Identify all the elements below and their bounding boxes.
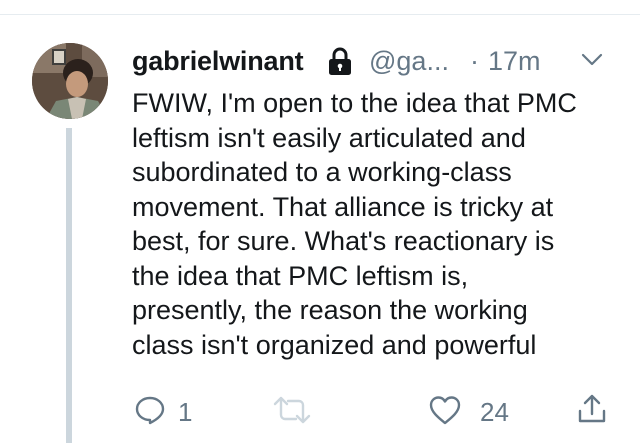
timestamp[interactable]: 17m (488, 46, 541, 77)
chevron-down-icon[interactable] (581, 52, 603, 68)
share-button[interactable] (572, 388, 612, 432)
retweet-button[interactable] (272, 388, 332, 432)
separator-dot: · (470, 46, 479, 76)
tweet-actions: 1 24 (132, 388, 612, 432)
top-divider (0, 14, 640, 15)
avatar[interactable] (32, 43, 108, 119)
thread-line (66, 128, 72, 443)
display-name[interactable]: gabrielwinant (132, 46, 304, 77)
like-button[interactable]: 24 (428, 388, 518, 432)
share-icon (578, 394, 606, 423)
heart-icon (429, 396, 461, 425)
reply-count: 1 (178, 397, 193, 427)
like-count: 24 (480, 397, 509, 427)
retweet-icon (273, 396, 311, 424)
reply-button[interactable]: 1 (132, 388, 212, 432)
tweet-text: FWIW, I'm open to the idea that PMC left… (132, 88, 577, 360)
reply-icon (135, 396, 165, 425)
avatar-photo (32, 43, 108, 119)
handle[interactable]: @ga... (369, 46, 449, 77)
tweet-header: gabrielwinant @ga... · 17m (132, 38, 612, 86)
lock-icon (329, 47, 351, 75)
